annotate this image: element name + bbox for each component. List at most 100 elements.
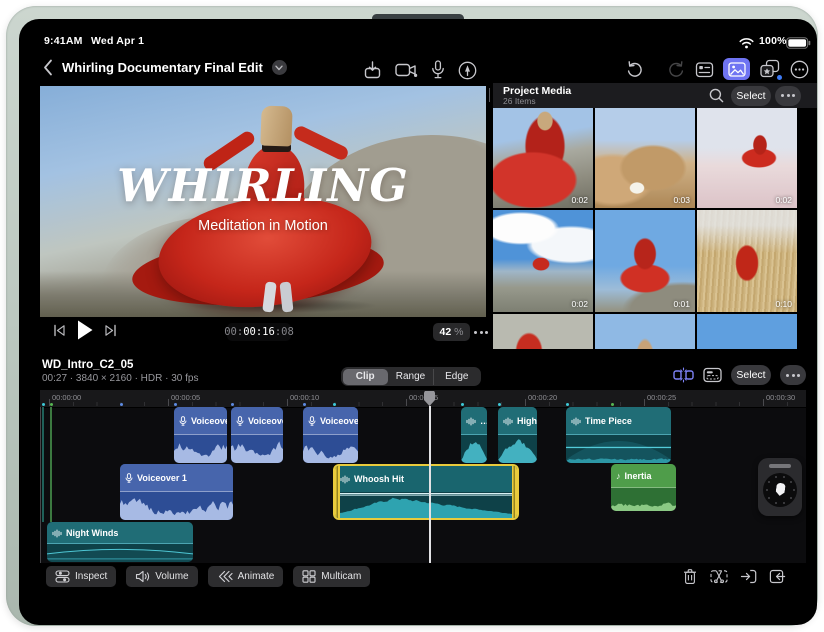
redo-icon[interactable] (667, 60, 686, 79)
viewer-zoom-control[interactable]: 42 % (433, 323, 470, 341)
timeline-clip-voiceover-3[interactable]: Voiceover 3 (303, 407, 358, 463)
more-icon[interactable] (790, 60, 809, 79)
jog-tick (768, 496, 771, 499)
segment-clip[interactable]: Clip (342, 368, 388, 385)
play-button[interactable] (76, 319, 94, 346)
inspect-button[interactable]: Inspect (46, 566, 117, 587)
undo-icon[interactable] (625, 60, 644, 79)
index-icon[interactable] (695, 60, 714, 79)
clip-marker-dot (42, 403, 45, 406)
append-clip-icon[interactable] (740, 568, 757, 590)
clip-label: Time Piece (566, 407, 671, 435)
jog-grip[interactable] (769, 464, 791, 468)
timeline-clip--[interactable]: … (461, 407, 487, 463)
clip-waveform (335, 493, 517, 518)
clip-waveform (231, 434, 283, 463)
clip-connect-line (42, 407, 44, 522)
media-thumbnail-desert-rocks[interactable]: 0:03 (595, 108, 695, 208)
media-browser-icon[interactable] (723, 58, 750, 80)
segment-edge[interactable]: Edge (433, 368, 479, 385)
media-select-button[interactable]: Select (731, 85, 771, 106)
timeline-clip-whoosh-hit[interactable]: Whoosh Hit (333, 464, 519, 520)
jog-wheel[interactable] (758, 458, 802, 516)
skip-back-icon[interactable] (53, 324, 66, 342)
clip-waveform (120, 491, 233, 520)
clip-duration: 0:02 (571, 299, 588, 309)
edit-mode-segmented-control[interactable]: Clip Range Edge (341, 367, 481, 386)
mic-icon[interactable] (431, 60, 445, 80)
clip-name: Voiceover 1 (137, 473, 187, 483)
media-thumbnail-badlands-red[interactable] (493, 314, 593, 349)
media-panel-title: Project Media (503, 84, 572, 97)
media-thumbnail-dervish-closeup[interactable]: 0:02 (493, 108, 593, 208)
dervish-hat (260, 105, 293, 147)
import-icon[interactable] (363, 60, 382, 80)
ruler-timecode-label: 00:00:30 (766, 393, 796, 402)
clip-label: … (461, 407, 487, 435)
trim-handle-right[interactable] (512, 466, 517, 518)
camera-icon[interactable] (395, 61, 418, 79)
timeline-clip-voiceover-1[interactable]: Voiceover 1 (120, 464, 233, 520)
blade-icon[interactable] (710, 568, 728, 590)
timeline-clip-night-winds[interactable]: Night Winds (47, 522, 193, 562)
search-icon[interactable] (709, 88, 724, 108)
chevron-down-icon[interactable] (271, 60, 287, 75)
timeline-clip-inertia[interactable]: ♪ Inertia (611, 464, 676, 511)
connect-clips-icon[interactable] (673, 367, 694, 383)
media-thumbnail-sky-clouds[interactable] (697, 314, 797, 349)
volume-button[interactable]: Volume (126, 566, 198, 587)
button-label: Inspect (75, 571, 108, 582)
volume-icon (135, 570, 150, 583)
ruler-timecode-label: 00:00:00 (52, 393, 82, 402)
timeline-clip-voiceover-2[interactable]: Voiceover 2 (231, 407, 283, 463)
clip-name: Night Winds (66, 528, 119, 538)
timeline-clip-voiceover-2[interactable]: Voiceover 2 (174, 407, 227, 463)
trash-icon[interactable] (682, 568, 698, 590)
project-title: Whirling Documentary Final Edit (62, 60, 263, 75)
status-date: Wed Apr 1 (91, 35, 145, 47)
project-title-menu[interactable]: Whirling Documentary Final Edit (43, 59, 287, 76)
clip-label: Whoosh Hit (335, 466, 517, 492)
timeline-select-button[interactable]: Select (731, 365, 771, 385)
viewer[interactable]: WHIRLING Meditation in Motion (40, 86, 486, 317)
multicam-button[interactable]: Multicam (293, 566, 371, 587)
media-thumbnail-golden-reeds[interactable]: 0:10 (697, 210, 797, 312)
storyline-icon[interactable] (703, 367, 722, 383)
button-label: Multicam (321, 571, 362, 582)
clip-name: Inertia (624, 471, 652, 481)
segment-range[interactable]: Range (388, 369, 433, 385)
animate-button[interactable]: Animate (207, 566, 284, 587)
clip-marker-dot (566, 403, 569, 406)
clip-name: Voiceover 2 (191, 416, 227, 426)
jog-tick (774, 501, 777, 504)
timecode-display[interactable]: 00: 00:16:08 (224, 323, 294, 341)
pencil-icon[interactable] (458, 61, 477, 80)
media-more-button[interactable] (775, 85, 801, 106)
ruler-timecode-label: 00:00:10 (290, 393, 320, 402)
clip-duration: 0:10 (775, 299, 792, 309)
jog-dial[interactable] (763, 473, 797, 507)
timeline-ruler[interactable]: 00:00:00 00:00:05 00:00:10 00:00:15 00:00:20… (40, 390, 806, 408)
zoom-unit: % (454, 326, 464, 338)
effects-icon[interactable] (759, 59, 782, 80)
clip-connect-line (50, 407, 52, 522)
clip-waveform (303, 434, 358, 463)
jog-tick (774, 476, 777, 479)
ruler-timecode-label: 00:00:25 (647, 393, 677, 402)
timeline-more-button[interactable] (780, 365, 806, 385)
clip-marker-dot (120, 403, 123, 406)
mic-icon (308, 416, 316, 426)
clip-label: ♪ Inertia (611, 464, 676, 488)
timeline-clip-time-piece[interactable]: Time Piece (566, 407, 671, 463)
media-thumbnail-salt-flat[interactable]: 0:02 (697, 108, 797, 208)
trim-handle-left[interactable] (335, 466, 340, 518)
viewer-more-button[interactable] (474, 323, 488, 341)
timecode-hours: 00: (224, 326, 244, 338)
media-thumbnail-clouds-badlands[interactable]: 0:02 (493, 210, 593, 312)
clip-name: Time Piece (585, 416, 632, 426)
timeline-clip-high-[interactable]: High… (498, 407, 537, 463)
overwrite-clip-icon[interactable] (769, 568, 786, 590)
media-thumbnail-tall-hat[interactable] (595, 314, 695, 349)
skip-forward-icon[interactable] (104, 324, 117, 342)
media-thumbnail-spin-blue-sky[interactable]: 0:01 (595, 210, 695, 312)
